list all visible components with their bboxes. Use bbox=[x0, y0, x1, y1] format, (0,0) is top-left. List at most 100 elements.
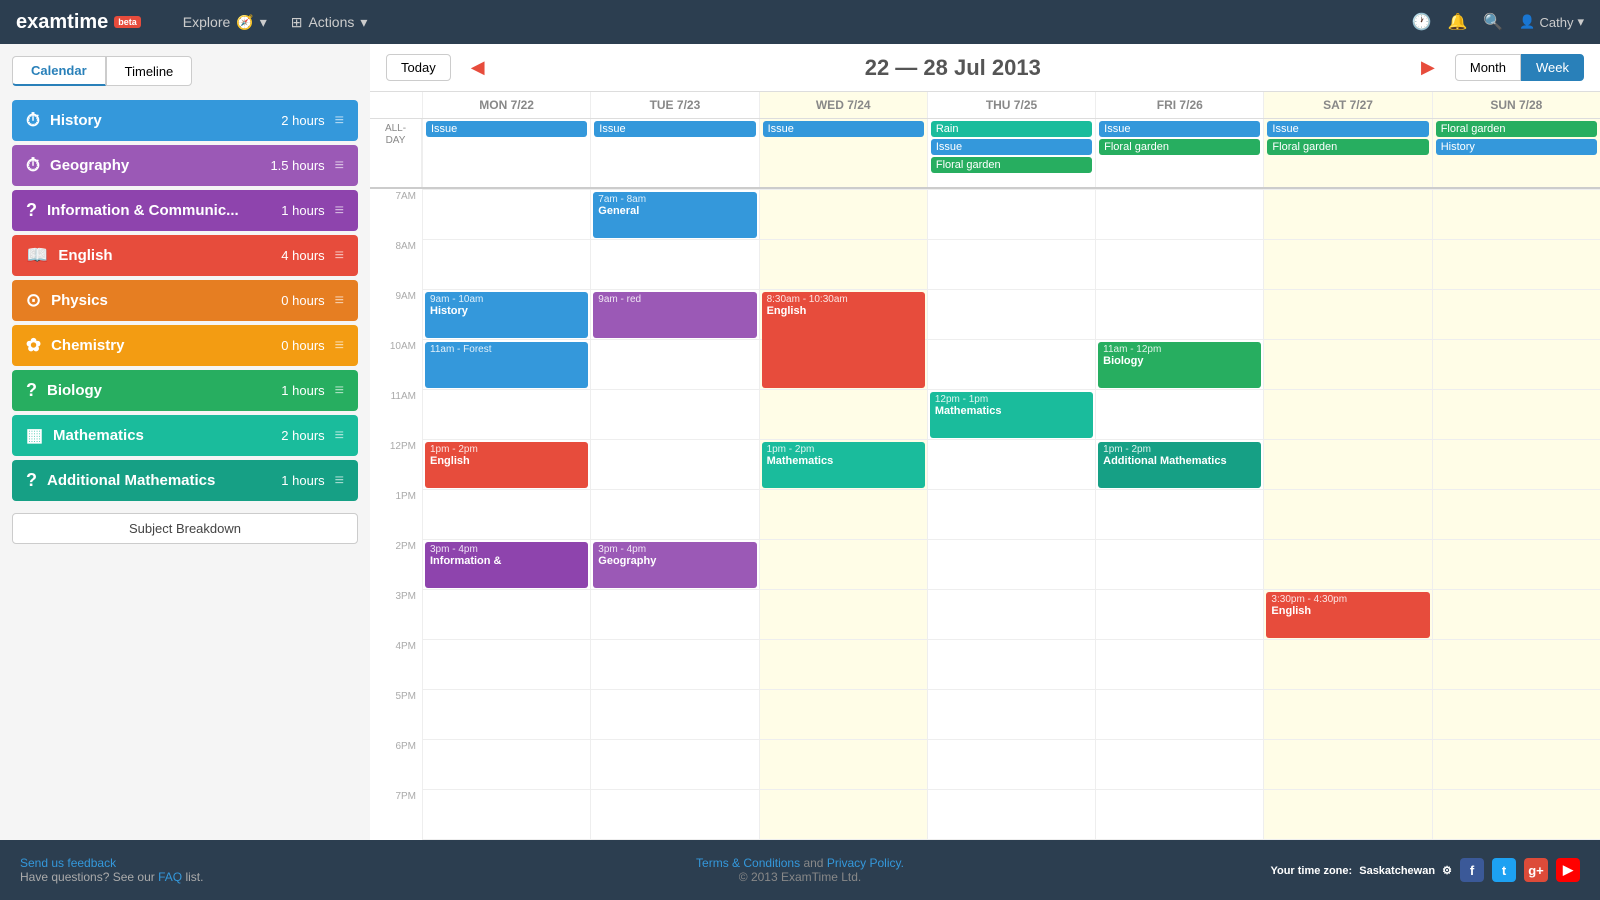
subject-breakdown-button[interactable]: Subject Breakdown bbox=[12, 513, 358, 544]
time-cell-day6-slot10[interactable] bbox=[1432, 689, 1600, 739]
time-cell-day1-slot8[interactable] bbox=[590, 589, 758, 639]
cal-event-1[interactable]: 9am - 10amHistory bbox=[425, 292, 588, 338]
time-cell-day5-slot10[interactable] bbox=[1263, 689, 1431, 739]
sidebar-item-chemistry[interactable]: ✿ Chemistry 0 hours ≡ bbox=[12, 325, 358, 366]
facebook-icon[interactable]: f bbox=[1460, 858, 1484, 882]
time-cell-day1-slot9[interactable] bbox=[590, 639, 758, 689]
allday-event[interactable]: Floral garden bbox=[931, 157, 1092, 173]
time-cell-day5-slot9[interactable] bbox=[1263, 639, 1431, 689]
time-cell-day4-slot12[interactable] bbox=[1095, 789, 1263, 839]
time-cell-day6-slot9[interactable] bbox=[1432, 639, 1600, 689]
time-cell-day0-slot11[interactable] bbox=[422, 739, 590, 789]
time-cell-day0-slot8[interactable] bbox=[422, 589, 590, 639]
allday-event[interactable]: Floral garden bbox=[1267, 139, 1428, 155]
time-cell-day3-slot9[interactable] bbox=[927, 639, 1095, 689]
time-cell-day1-slot3[interactable] bbox=[590, 339, 758, 389]
time-cell-day3-slot3[interactable] bbox=[927, 339, 1095, 389]
allday-event[interactable]: Floral garden bbox=[1099, 139, 1260, 155]
cal-event-0[interactable]: 7am - 8amGeneral bbox=[593, 192, 756, 238]
feedback-link[interactable]: Send us feedback bbox=[20, 856, 116, 870]
sidebar-item-biology[interactable]: ? Biology 1 hours ≡ bbox=[12, 370, 358, 411]
time-cell-day6-slot3[interactable] bbox=[1432, 339, 1600, 389]
time-cell-day5-slot7[interactable] bbox=[1263, 539, 1431, 589]
explore-button[interactable]: Explore 🧭 ▾ bbox=[171, 8, 279, 37]
time-cell-day4-slot3[interactable]: 11am - 12pmBiology bbox=[1095, 339, 1263, 389]
time-cell-day5-slot2[interactable] bbox=[1263, 289, 1431, 339]
time-cell-day3-slot13[interactable] bbox=[927, 839, 1095, 840]
view-week-button[interactable]: Week bbox=[1521, 54, 1584, 81]
time-cell-day6-slot13[interactable] bbox=[1432, 839, 1600, 840]
time-cell-day1-slot5[interactable] bbox=[590, 439, 758, 489]
allday-event[interactable]: Issue bbox=[763, 121, 924, 137]
prev-week-button[interactable]: ◀ bbox=[465, 57, 491, 78]
time-cell-day5-slot13[interactable] bbox=[1263, 839, 1431, 840]
cal-event-12[interactable]: 3:30pm - 4:30pmEnglish bbox=[1266, 592, 1429, 638]
cal-event-7[interactable]: 1pm - 2pmEnglish bbox=[425, 442, 588, 488]
allday-event[interactable]: History bbox=[1436, 139, 1597, 155]
time-cell-day3-slot7[interactable] bbox=[927, 539, 1095, 589]
time-cell-day6-slot2[interactable] bbox=[1432, 289, 1600, 339]
time-cell-day6-slot12[interactable] bbox=[1432, 789, 1600, 839]
time-cell-day5-slot8[interactable]: 3:30pm - 4:30pmEnglish bbox=[1263, 589, 1431, 639]
actions-button[interactable]: ⊞ Actions ▾ bbox=[279, 8, 380, 37]
time-cell-day3-slot2[interactable] bbox=[927, 289, 1095, 339]
sidebar-item-maths[interactable]: ▦ Mathematics 2 hours ≡ bbox=[12, 415, 358, 456]
allday-event[interactable]: Issue bbox=[931, 139, 1092, 155]
calendar-grid-container[interactable]: MON 7/22 TUE 7/23 WED 7/24 THU 7/25 FRI … bbox=[370, 92, 1600, 840]
time-cell-day3-slot1[interactable] bbox=[927, 239, 1095, 289]
sidebar-item-physics[interactable]: ⊙ Physics 0 hours ≡ bbox=[12, 280, 358, 321]
time-cell-day4-slot1[interactable] bbox=[1095, 239, 1263, 289]
time-cell-day4-slot5[interactable]: 1pm - 2pmAdditional Mathematics bbox=[1095, 439, 1263, 489]
time-cell-day6-slot6[interactable] bbox=[1432, 489, 1600, 539]
time-cell-day5-slot0[interactable] bbox=[1263, 189, 1431, 239]
time-cell-day4-slot13[interactable] bbox=[1095, 839, 1263, 840]
time-cell-day4-slot2[interactable] bbox=[1095, 289, 1263, 339]
next-week-button[interactable]: ▶ bbox=[1415, 57, 1441, 78]
time-cell-day2-slot8[interactable] bbox=[759, 589, 927, 639]
cal-event-9[interactable]: 1pm - 2pmAdditional Mathematics bbox=[1098, 442, 1261, 488]
time-cell-day1-slot13[interactable] bbox=[590, 839, 758, 840]
time-cell-day6-slot4[interactable] bbox=[1432, 389, 1600, 439]
bell-icon[interactable]: 🔔 bbox=[1447, 12, 1467, 32]
time-cell-day2-slot2[interactable]: 8:30am - 10:30amEnglish bbox=[759, 289, 927, 339]
time-cell-day3-slot11[interactable] bbox=[927, 739, 1095, 789]
time-cell-day3-slot4[interactable]: 12pm - 1pmMathematics bbox=[927, 389, 1095, 439]
tab-calendar[interactable]: Calendar bbox=[12, 56, 106, 86]
time-cell-day3-slot6[interactable] bbox=[927, 489, 1095, 539]
time-cell-day0-slot4[interactable] bbox=[422, 389, 590, 439]
time-cell-day4-slot6[interactable] bbox=[1095, 489, 1263, 539]
sidebar-item-geography[interactable]: ⏱ Geography 1.5 hours ≡ bbox=[12, 145, 358, 186]
time-cell-day5-slot11[interactable] bbox=[1263, 739, 1431, 789]
time-cell-day0-slot12[interactable] bbox=[422, 789, 590, 839]
today-button[interactable]: Today bbox=[386, 54, 451, 81]
time-cell-day0-slot5[interactable]: 1pm - 2pmEnglish bbox=[422, 439, 590, 489]
sidebar-item-ict[interactable]: ? Information & Communic... 1 hours ≡ bbox=[12, 190, 358, 231]
time-cell-day2-slot0[interactable] bbox=[759, 189, 927, 239]
sidebar-item-history[interactable]: ⏱ History 2 hours ≡ bbox=[12, 100, 358, 141]
time-cell-day5-slot6[interactable] bbox=[1263, 489, 1431, 539]
allday-event[interactable]: Issue bbox=[426, 121, 587, 137]
search-icon[interactable]: 🔍 bbox=[1483, 12, 1503, 32]
youtube-icon[interactable]: ▶ bbox=[1556, 858, 1580, 882]
time-cell-day1-slot7[interactable]: 3pm - 4pmGeography bbox=[590, 539, 758, 589]
time-cell-day2-slot4[interactable] bbox=[759, 389, 927, 439]
time-cell-day0-slot7[interactable]: 3pm - 4pmInformation & bbox=[422, 539, 590, 589]
sidebar-item-english[interactable]: 📖 English 4 hours ≡ bbox=[12, 235, 358, 276]
user-menu[interactable]: 👤 Cathy ▾ bbox=[1519, 14, 1584, 30]
time-cell-day0-slot9[interactable] bbox=[422, 639, 590, 689]
time-cell-day3-slot5[interactable] bbox=[927, 439, 1095, 489]
time-cell-day6-slot5[interactable] bbox=[1432, 439, 1600, 489]
cal-event-2[interactable]: 9am - red bbox=[593, 292, 756, 338]
time-cell-day5-slot4[interactable] bbox=[1263, 389, 1431, 439]
allday-event[interactable]: Rain bbox=[931, 121, 1092, 137]
cal-event-8[interactable]: 1pm - 2pmMathematics bbox=[762, 442, 925, 488]
time-cell-day1-slot12[interactable] bbox=[590, 789, 758, 839]
time-cell-day0-slot10[interactable] bbox=[422, 689, 590, 739]
cal-event-6[interactable]: 12pm - 1pmMathematics bbox=[930, 392, 1093, 438]
time-cell-day5-slot3[interactable] bbox=[1263, 339, 1431, 389]
time-cell-day3-slot0[interactable] bbox=[927, 189, 1095, 239]
time-cell-day3-slot12[interactable] bbox=[927, 789, 1095, 839]
time-cell-day3-slot10[interactable] bbox=[927, 689, 1095, 739]
time-cell-day1-slot11[interactable] bbox=[590, 739, 758, 789]
time-cell-day2-slot6[interactable] bbox=[759, 489, 927, 539]
